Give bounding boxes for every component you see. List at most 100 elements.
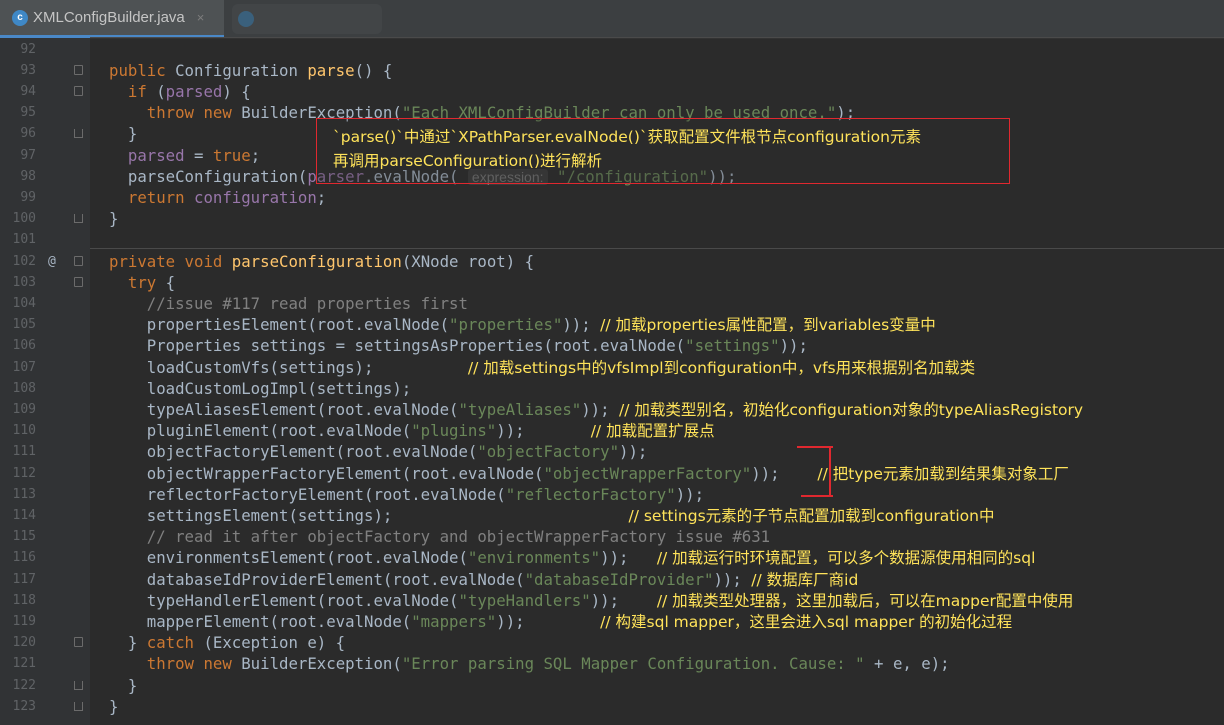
line-number: 112 [12, 465, 36, 481]
line-number: 94 [20, 83, 36, 99]
gutter-line: 110 [0, 420, 90, 441]
code-line: public Configuration parse() { [109, 60, 393, 80]
line-number: 95 [20, 105, 36, 121]
line-number: 120 [12, 635, 36, 651]
gutter-line: 101 [0, 229, 90, 250]
line-number: 96 [20, 126, 36, 142]
code-line: try { [127, 272, 176, 292]
line-number: 99 [20, 189, 36, 205]
gutter-line: 123 [0, 696, 90, 717]
code-line: parsed = true; [127, 145, 261, 165]
code-line: // read it after objectFactory and objec… [146, 527, 771, 547]
line-number: 109 [12, 401, 36, 417]
gutter-line: 119 [0, 611, 90, 632]
fold-collapse-icon[interactable] [74, 85, 83, 96]
line-number: 116 [12, 550, 36, 566]
code-line: typeAliasesElement(root.evalNode("typeAl… [109, 399, 1084, 419]
line-number: 101 [12, 232, 36, 248]
line-number: 93 [20, 62, 36, 78]
line-number: 123 [12, 698, 36, 714]
tab-label: XMLConfigBuilder.java [33, 9, 185, 26]
line-number: 98 [20, 168, 36, 184]
line-number-gutter: 92 93 94 95 96 97 98 99 100 101 102 @103 104 105 106 10… [0, 38, 90, 725]
gutter-line: 99 [0, 187, 90, 208]
line-number: 115 [12, 529, 36, 545]
gutter-line: 92 [0, 39, 90, 60]
gutter-line: 94 [0, 81, 90, 102]
code-line: settingsElement(settings); // settings元素… [109, 505, 995, 525]
code-line: Properties settings = settingsAsProperti… [109, 336, 808, 356]
annotation-bracket [829, 447, 831, 496]
editor-tab-blurred[interactable] [232, 4, 382, 34]
line-number: 111 [12, 444, 36, 460]
code-line: loadCustomVfs(settings); // 加载settings中的… [109, 357, 976, 377]
code-line: mapperElement(root.evalNode("mappers"));… [109, 611, 1013, 631]
gutter-line: 111 [0, 441, 90, 462]
line-number: 122 [12, 677, 36, 693]
code-line: environmentsElement(root.evalNode("envir… [109, 548, 1036, 568]
gutter-line: 105 [0, 314, 90, 335]
line-number: 117 [12, 571, 36, 587]
code-line: typeHandlerElement(root.evalNode("typeHa… [109, 590, 1074, 610]
code-line: reflectorFactoryElement(root.evalNode("r… [109, 484, 705, 504]
method-separator [90, 37, 1224, 38]
java-class-icon: c [12, 9, 28, 26]
line-number: 106 [12, 338, 36, 354]
line-number: 103 [12, 274, 36, 290]
gutter-line: 102 @ [0, 251, 90, 272]
line-number: 113 [12, 486, 36, 502]
code-line: loadCustomLogImpl(settings); [109, 378, 412, 398]
line-number: 114 [12, 507, 36, 523]
fold-collapse-icon[interactable] [74, 64, 83, 75]
gutter-line: 103 [0, 272, 90, 293]
line-number: 110 [12, 423, 36, 439]
gutter-line: 97 [0, 145, 90, 166]
line-number: 102 [12, 253, 36, 269]
close-icon[interactable]: × [197, 10, 205, 25]
gutter-line: 96 [0, 123, 90, 144]
fold-collapse-icon[interactable] [74, 276, 83, 287]
gutter-line: 122 [0, 675, 90, 696]
code-line: private void parseConfiguration(XNode ro… [109, 251, 535, 271]
line-number: 119 [12, 613, 36, 629]
fold-end-icon[interactable] [74, 680, 83, 690]
line-number: 105 [12, 317, 36, 333]
gutter-line: 118 [0, 590, 90, 611]
code-line: if (parsed) { [127, 81, 251, 101]
fold-end-icon[interactable] [74, 701, 83, 711]
fold-collapse-icon[interactable] [74, 637, 83, 648]
java-class-icon [238, 11, 254, 27]
gutter-line: 109 [0, 399, 90, 420]
gutter-line: 113 [0, 484, 90, 505]
code-line: pluginElement(root.evalNode("plugins"));… [109, 421, 715, 441]
callout-text-line1: `parse()`中通过`XPathParser.evalNode()`获取配置… [333, 128, 921, 146]
line-number: 121 [12, 656, 36, 672]
gutter-line: 115 [0, 526, 90, 547]
override-marker-icon[interactable]: @ [48, 251, 56, 272]
annotation-bracket-top [797, 446, 833, 448]
fold-collapse-icon[interactable] [74, 255, 83, 266]
line-number: 104 [12, 295, 36, 311]
gutter-line: 95 [0, 102, 90, 123]
line-number: 108 [12, 380, 36, 396]
line-number: 97 [20, 147, 36, 163]
code-line: return configuration; [127, 187, 327, 207]
code-line: databaseIdProviderElement(root.evalNode(… [109, 569, 859, 589]
fold-end-icon[interactable] [74, 129, 83, 139]
gutter-line: 93 [0, 60, 90, 81]
annotation-bracket-bottom [801, 495, 833, 497]
line-number: 92 [20, 41, 36, 57]
gutter-line: 108 [0, 378, 90, 399]
gutter-line: 121 [0, 653, 90, 674]
gutter-line: 117 [0, 569, 90, 590]
line-number: 100 [12, 211, 36, 227]
code-line: objectWrapperFactoryElement(root.evalNod… [109, 463, 1069, 483]
annotation-callout-box: `parse()`中通过`XPathParser.evalNode()`获取配置… [316, 118, 1010, 184]
code-line: propertiesElement(root.evalNode("propert… [109, 315, 936, 335]
gutter-line: 107 [0, 357, 90, 378]
gutter-line: 116 [0, 547, 90, 568]
code-line: } [109, 209, 119, 229]
editor-tab-xmlconfigbuilder[interactable]: c XMLConfigBuilder.java × [0, 0, 224, 38]
fold-end-icon[interactable] [74, 214, 83, 224]
code-line: } [109, 124, 138, 144]
